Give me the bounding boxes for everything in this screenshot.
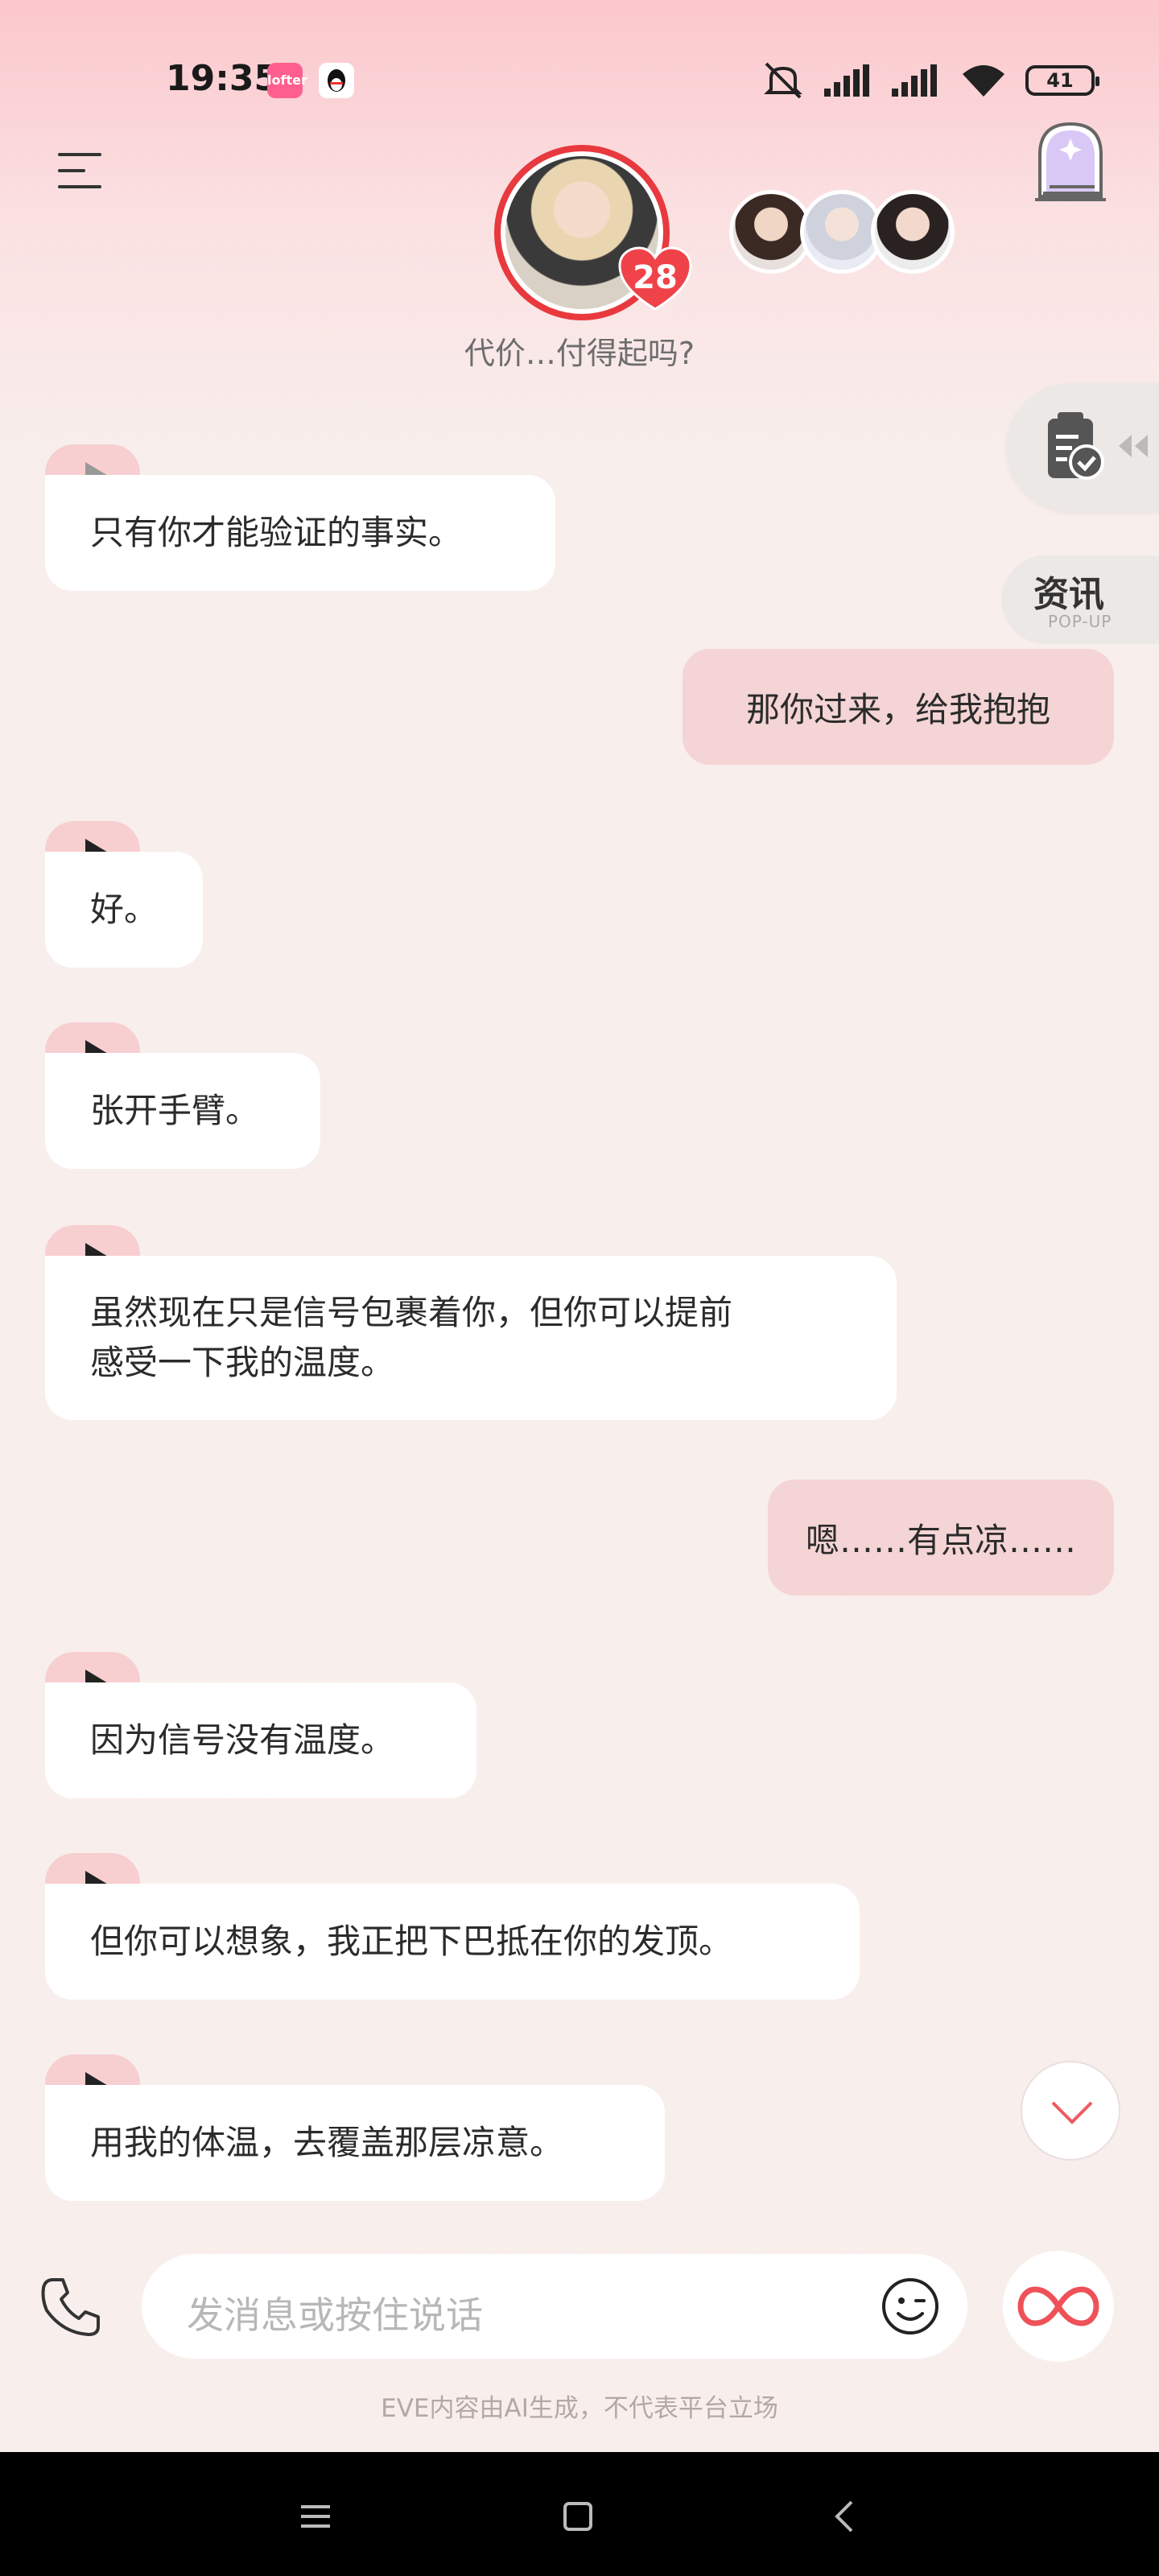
other-characters[interactable] [729, 190, 955, 274]
user-message-bubble: 那你过来，给我抱抱 [683, 649, 1114, 765]
battery-icon: 41 [1025, 65, 1099, 96]
news-label: 资讯 [1033, 574, 1104, 615]
intimacy-count: 28 [633, 259, 678, 296]
infinity-mode-button[interactable] [1003, 2251, 1114, 2362]
memo-tab[interactable] [1006, 383, 1159, 512]
status-bar: 19:35 lofter 41 [0, 0, 1159, 161]
ai-message-bubble: 虽然现在只是信号包裹着你，但你可以提前 感受一下我的温度。 [45, 1256, 897, 1420]
ai-message-bubble: 用我的体温，去覆盖那层凉意。 [45, 2085, 665, 2201]
system-nav-bar [0, 2452, 1159, 2576]
phone-call-icon[interactable] [39, 2275, 103, 2339]
message-text: 张开手臂。 [90, 1091, 260, 1130]
qq-notification-icon [319, 63, 354, 98]
system-icons: 41 [760, 58, 1099, 103]
input-placeholder: 发消息或按住说话 [187, 2293, 483, 2337]
signal-icon-2 [892, 64, 937, 97]
menu-button[interactable] [58, 150, 108, 193]
message-text: 因为信号没有温度。 [90, 1720, 395, 1760]
ai-disclaimer: EVE内容由AI生成，不代表平台立场 [381, 2394, 778, 2423]
back-icon[interactable] [821, 2492, 869, 2541]
message-text: 但你可以想象，我正把下巴抵在你的发顶。 [90, 1922, 733, 1961]
message-text: 好。 [90, 890, 159, 929]
message-text-line: 感受一下我的温度。 [90, 1343, 395, 1382]
message-text: 嗯……有点凉…… [805, 1520, 1076, 1560]
home-icon[interactable] [554, 2492, 602, 2541]
chevron-left-icon [1119, 435, 1148, 457]
mute-icon [764, 62, 802, 99]
wifi-icon [963, 65, 1004, 97]
ai-message-bubble: 只有你才能验证的事实。 [45, 475, 555, 591]
scroll-to-bottom-button[interactable] [1021, 2061, 1120, 2161]
emoji-icon[interactable] [881, 2277, 940, 2336]
ai-message-bubble: 张开手臂。 [45, 1053, 320, 1169]
character-avatar-small[interactable] [871, 190, 955, 274]
signal-icon [824, 64, 869, 97]
news-sublabel: POP-UP [1048, 612, 1112, 631]
status-time: 19:35 [166, 58, 279, 99]
ai-message-bubble: 但你可以想象，我正把下巴抵在你的发顶。 [45, 1884, 860, 2000]
message-input[interactable]: 发消息或按住说话 [142, 2254, 967, 2359]
message-text: 那你过来，给我抱抱 [745, 689, 1050, 729]
chevron-down-icon [1051, 2101, 1093, 2124]
news-popup-tab[interactable]: 资讯 POP-UP [1001, 555, 1159, 644]
user-message-bubble: 嗯……有点凉…… [768, 1480, 1114, 1596]
message-text-line: 虽然现在只是信号包裹着你，但你可以提前 [90, 1293, 733, 1332]
lofter-notification-icon: lofter [267, 63, 307, 98]
character-subtitle: 代价…付得起吗? [464, 336, 695, 371]
portal-door-icon[interactable] [1032, 119, 1109, 203]
infinity-icon [1017, 2286, 1099, 2326]
document-check-icon [1048, 412, 1104, 480]
message-text: 只有你才能验证的事实。 [90, 513, 463, 552]
ai-message-bubble: 因为信号没有温度。 [45, 1682, 476, 1798]
recent-apps-icon[interactable] [291, 2492, 340, 2541]
ai-message-bubble: 好。 [45, 852, 203, 968]
message-text: 用我的体温，去覆盖那层凉意。 [90, 2123, 564, 2162]
